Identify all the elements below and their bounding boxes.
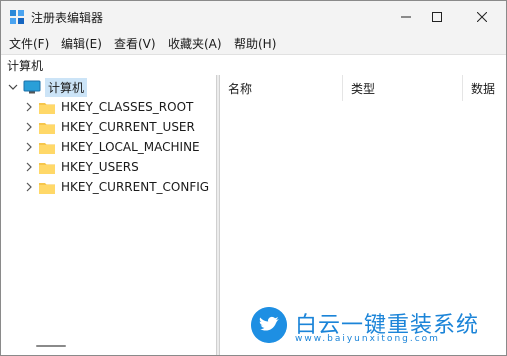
twitter-bird-icon [251,307,287,343]
tree-item-label: HKEY_USERS [61,160,139,174]
chevron-right-icon[interactable] [23,141,35,153]
menu-help[interactable]: 帮助(H) [234,35,276,52]
folder-icon [39,142,55,154]
values-list: 名称 类型 数据 白云一键重装系统 www.baiyunxitong.com [220,75,506,355]
close-button[interactable] [462,1,502,33]
menu-bar: 文件(F) 编辑(E) 查看(V) 收藏夹(A) 帮助(H) [1,33,506,53]
tree-item-label: HKEY_CURRENT_CONFIG [61,180,210,194]
tree-item-hkcc[interactable]: HKEY_CURRENT_CONFIG [23,177,209,197]
column-header-type[interactable]: 类型 [343,75,463,101]
maximize-button[interactable] [417,1,457,33]
computer-icon [23,80,41,94]
tree-item-label: HKEY_CLASSES_ROOT [61,100,194,114]
column-header-data[interactable]: 数据 [463,75,506,101]
tree-root-label: 计算机 [45,77,88,97]
tree-item-hkcr[interactable]: HKEY_CLASSES_ROOT [23,97,193,117]
folder-icon [39,162,55,174]
maximize-icon [432,12,442,22]
registry-tree: 计算机 HKEY_CLASSES_ROOT HKEY_CURRENT_USER … [1,75,216,355]
column-header-name[interactable]: 名称 [220,75,343,101]
chevron-right-icon[interactable] [23,121,35,133]
chevron-right-icon[interactable] [23,181,35,193]
minimize-icon [401,16,411,18]
chevron-right-icon[interactable] [23,101,35,113]
regedit-icon [10,10,24,24]
tree-item-label: HKEY_LOCAL_MACHINE [61,140,200,154]
close-icon [477,12,487,22]
chevron-down-icon[interactable] [7,81,19,93]
regedit-window: 注册表编辑器 文件(F) 编辑(E) 查看(V) 收藏夹(A) 帮助(H) 计算… [0,0,507,356]
address-bar[interactable]: 计算机 [1,54,506,76]
chevron-right-icon[interactable] [23,161,35,173]
menu-edit[interactable]: 编辑(E) [61,35,102,52]
watermark-logo: 白云一键重装系统 www.baiyunxitong.com [251,307,496,347]
tree-item-hklm[interactable]: HKEY_LOCAL_MACHINE [23,137,200,157]
menu-favorites[interactable]: 收藏夹(A) [168,35,222,52]
folder-icon [39,122,55,134]
tree-item-hkcu[interactable]: HKEY_CURRENT_USER [23,117,195,137]
tree-scrollbar[interactable] [36,345,66,347]
folder-icon [39,102,55,114]
menu-file[interactable]: 文件(F) [9,35,49,52]
tree-item-label: HKEY_CURRENT_USER [61,120,195,134]
address-path: 计算机 [7,59,44,73]
watermark-url: www.baiyunxitong.com [295,334,440,344]
menu-view[interactable]: 查看(V) [114,35,156,52]
tree-item-hku[interactable]: HKEY_USERS [23,157,139,177]
window-title: 注册表编辑器 [31,11,104,25]
title-bar[interactable]: 注册表编辑器 [1,1,506,33]
folder-icon [39,182,55,194]
tree-root-computer[interactable]: 计算机 [7,77,88,97]
